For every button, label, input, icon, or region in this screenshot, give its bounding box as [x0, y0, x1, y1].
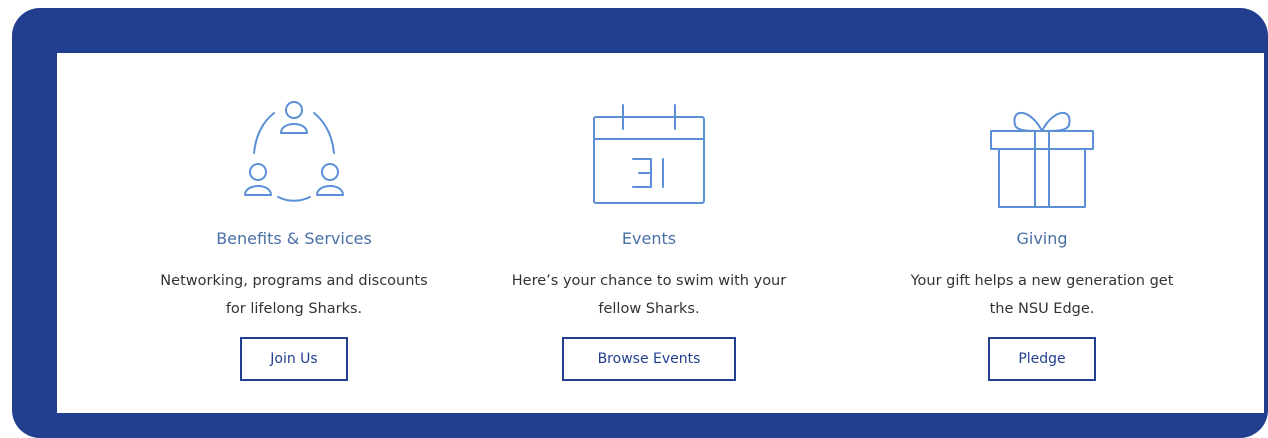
card-title: Benefits & Services: [216, 229, 372, 248]
card-title: Events: [621, 229, 677, 248]
description-line: Here’s your chance to swim with your: [511, 273, 787, 289]
card-description: Networking, programs and discounts for l…: [104, 267, 484, 323]
card-benefits: Benefits & Services Networking, programs…: [104, 53, 484, 413]
description-line: for lifelong Sharks.: [225, 301, 363, 317]
calendar-icon: [593, 104, 705, 204]
promo-frame: Benefits & Services Networking, programs…: [12, 8, 1268, 438]
join-us-button[interactable]: Join Us: [240, 337, 348, 381]
card-events: Events Here’s your chance to swim with y…: [459, 53, 839, 413]
card-giving: Giving Your gift helps a new generation …: [852, 53, 1232, 413]
people-network-icon: [244, 101, 344, 202]
pledge-button[interactable]: Pledge: [988, 337, 1096, 381]
card-description: Your gift helps a new generation get the…: [852, 267, 1232, 323]
description-line: fellow Sharks.: [598, 301, 700, 317]
card-title: Giving: [1016, 229, 1068, 248]
description-line: Networking, programs and discounts: [160, 273, 428, 289]
promo-panel: Benefits & Services Networking, programs…: [57, 53, 1264, 413]
description-line: the NSU Edge.: [989, 301, 1095, 317]
browse-events-button[interactable]: Browse Events: [562, 337, 736, 381]
description-line: Your gift helps a new generation get: [910, 273, 1174, 289]
gift-icon: [990, 112, 1094, 208]
card-description: Here’s your chance to swim with your fel…: [459, 267, 839, 323]
